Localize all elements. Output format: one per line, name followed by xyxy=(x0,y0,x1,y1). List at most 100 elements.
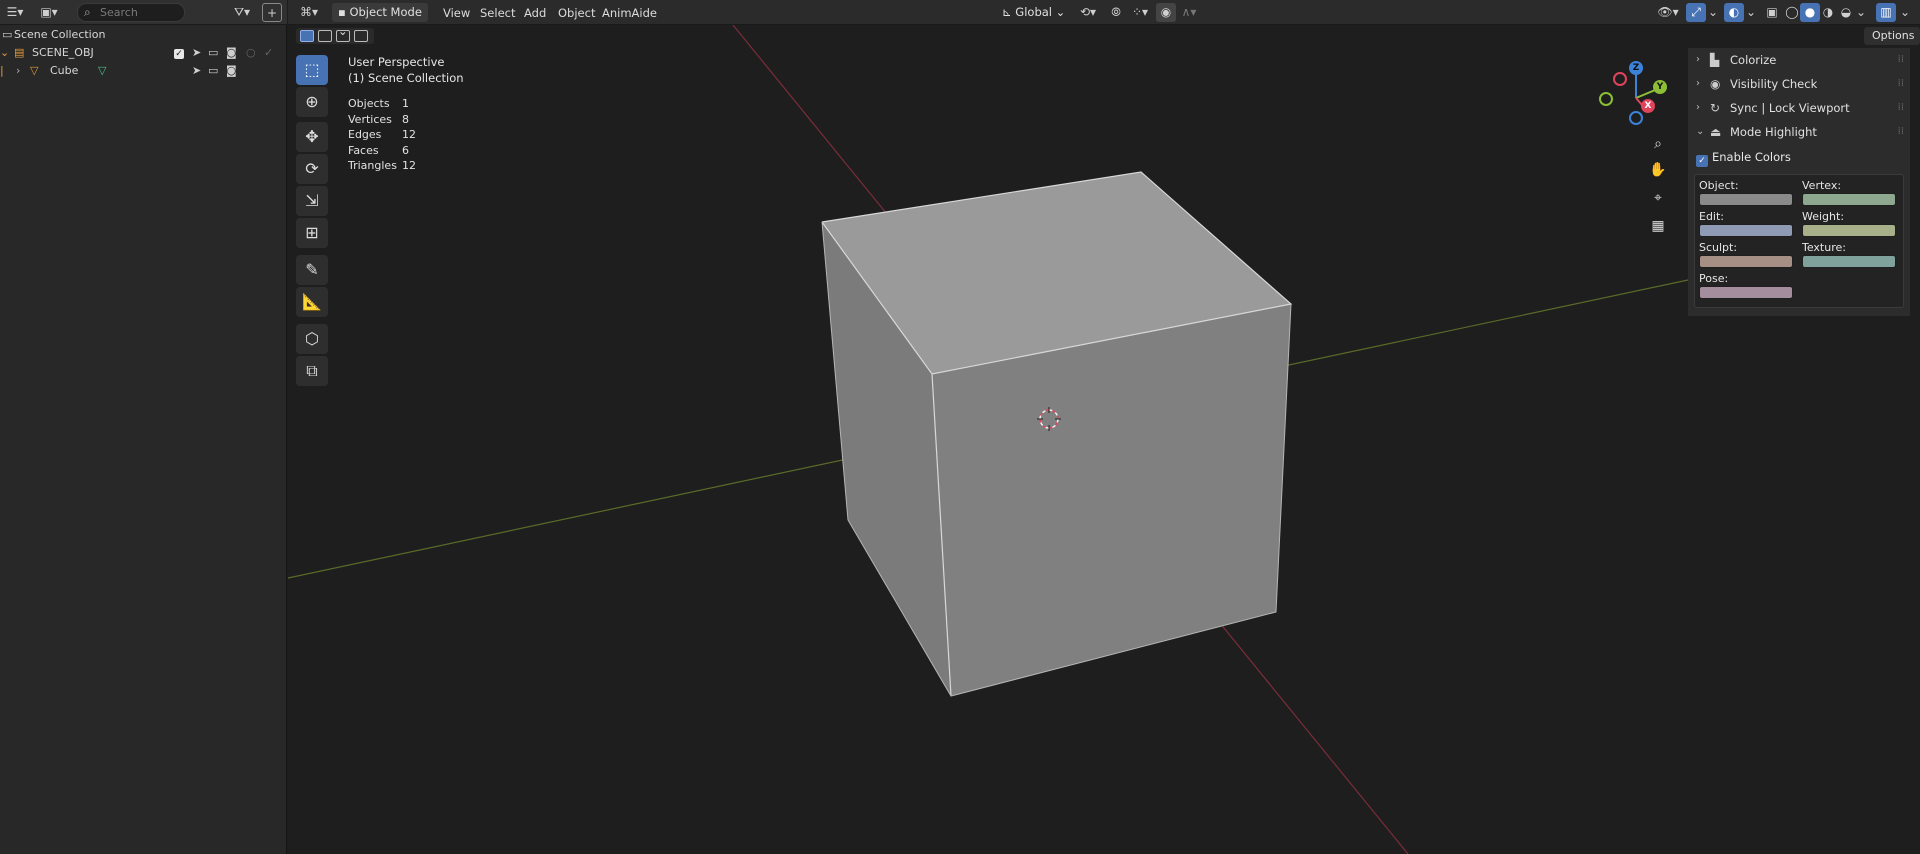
primitive-tool-icon[interactable]: ⧉ xyxy=(296,356,328,386)
exclude-checkbox[interactable]: ✓ xyxy=(174,44,184,62)
render-toggle-icon[interactable]: ◙ xyxy=(226,62,237,80)
overlay-toggle-icon[interactable]: ◐ xyxy=(1724,3,1744,22)
material-shading-icon[interactable]: ◑ xyxy=(1818,3,1838,22)
snap-icon[interactable]: ⦾ xyxy=(1106,3,1126,22)
select-toggle-icon[interactable]: ➤ xyxy=(192,62,201,80)
swatch-vertex[interactable] xyxy=(1802,193,1896,206)
mode-dropdown[interactable]: ▪ Object Mode ⌄ xyxy=(332,3,428,38)
chevron-down-icon[interactable]: ⌄ xyxy=(1706,3,1720,22)
neg-z-axis-icon[interactable] xyxy=(1629,111,1643,125)
swatch-object[interactable] xyxy=(1699,193,1793,206)
options-dropdown[interactable]: Options ⌄ xyxy=(1864,27,1920,60)
swatch-pose[interactable] xyxy=(1699,286,1793,299)
chevron-down-icon[interactable]: ⌄ xyxy=(1854,3,1868,22)
enable-colors-checkbox[interactable]: ✓ Enable Colors xyxy=(1696,150,1791,167)
rendered-shading-icon[interactable]: ◒ xyxy=(1836,3,1856,22)
cursor-tool-icon[interactable]: ⊕ xyxy=(296,87,328,117)
menu-add[interactable]: Add xyxy=(524,4,546,22)
swatch-edit[interactable] xyxy=(1699,224,1793,237)
swatch-label-vertex: Vertex: xyxy=(1802,179,1842,192)
outliner-row-scene-obj[interactable]: ⌄ ▤ SCENE_OBJ ✓ ➤ ▭ ◙ ○ ✓ xyxy=(0,44,287,62)
swatch-weight[interactable] xyxy=(1802,224,1896,237)
move-tool-icon[interactable]: ✥ xyxy=(296,122,328,152)
palette-icon: ▙ xyxy=(1710,53,1720,67)
drag-handle-icon[interactable]: ⁞⁞ xyxy=(1898,72,1904,96)
select-intersect-icon[interactable] xyxy=(354,30,368,42)
holdout-toggle-icon[interactable]: ○ xyxy=(246,44,256,62)
chevron-down-icon[interactable]: ⌄ xyxy=(1898,3,1912,22)
expand-indicator: ⌄ xyxy=(0,46,10,59)
perspective-toggle-icon[interactable]: ▦ xyxy=(1646,214,1670,238)
xray-toggle-icon[interactable]: ▣ xyxy=(1762,3,1782,22)
active-collection-label: (1) Scene Collection xyxy=(348,71,464,85)
rotate-tool-icon[interactable]: ⟳ xyxy=(296,154,328,184)
select-new-icon[interactable] xyxy=(300,30,314,42)
mesh-object-icon: ▽ xyxy=(30,64,39,77)
outliner-row-cube[interactable]: | › ▽ Cube ▽ ➤ ▭ ◙ xyxy=(0,62,287,80)
viewport-toggle-icon[interactable]: ▭ xyxy=(208,62,218,80)
z-axis-icon[interactable]: Z xyxy=(1629,61,1643,75)
3d-viewport[interactable]: ⌘▾ ▪ Object Mode ⌄ View Select Add Objec… xyxy=(288,0,1920,854)
viewport-header: ⌘▾ ▪ Object Mode ⌄ View Select Add Objec… xyxy=(288,0,1920,38)
collection-icon: ▭ xyxy=(2,28,13,41)
new-collection-icon[interactable]: + xyxy=(262,3,282,22)
hierarchy-line: | xyxy=(0,64,4,77)
select-toggle-icon[interactable]: ➤ xyxy=(192,44,201,62)
select-box-tool-icon[interactable]: ⬚ xyxy=(296,55,328,85)
view-perspective-label: User Perspective xyxy=(348,55,445,69)
outliner-row-scene-collection[interactable]: ▭ Scene Collection xyxy=(0,26,287,44)
editor-type-icon[interactable]: ⌘▾ xyxy=(296,3,322,22)
wireframe-shading-icon[interactable]: ◯ xyxy=(1782,3,1802,22)
solid-shading-icon[interactable]: ● xyxy=(1800,3,1820,22)
drag-handle-icon[interactable]: ⁞⁞ xyxy=(1898,96,1904,120)
drag-handle-icon[interactable]: ⁞⁞ xyxy=(1898,48,1904,72)
visibility-icon[interactable]: 👁▾ xyxy=(1654,3,1682,22)
chevron-down-icon[interactable]: ⌄ xyxy=(1744,3,1758,22)
viewport-toggle-icon[interactable]: ▭ xyxy=(208,44,218,62)
render-toggle-icon[interactable]: ◙ xyxy=(226,44,237,62)
section-sync-lock-viewport[interactable]: › ↻ Sync | Lock Viewport ⁞⁞ xyxy=(1688,96,1910,120)
section-visibility-check[interactable]: › ◉ Visibility Check ⁞⁞ xyxy=(1688,72,1910,96)
section-colorize[interactable]: › ▙ Colorize ⁞⁞ xyxy=(1688,48,1910,72)
snap-target-icon[interactable]: ⁘▾ xyxy=(1126,3,1154,22)
chevron-right-icon: › xyxy=(1696,78,1700,89)
editor-type-menu-icon[interactable]: ☰▾ xyxy=(2,3,28,22)
section-mode-highlight[interactable]: ⌄ ⏏ Mode Highlight ⁞⁞ xyxy=(1688,120,1910,144)
y-axis-icon[interactable]: Y xyxy=(1653,80,1667,94)
menu-select[interactable]: Select xyxy=(480,4,515,22)
display-mode-icon[interactable]: ▣▾ xyxy=(36,3,62,22)
menu-object[interactable]: Object xyxy=(558,4,595,22)
pan-hand-icon[interactable]: ✋ xyxy=(1646,158,1670,182)
annotate-tool-icon[interactable]: ✎ xyxy=(296,255,328,285)
gizmo-toggle-icon[interactable]: ⤢ xyxy=(1686,3,1706,22)
indirect-only-icon[interactable]: ✓ xyxy=(264,44,273,62)
orientation-icon: ⊾ xyxy=(1002,5,1016,19)
menu-view[interactable]: View xyxy=(443,4,470,22)
swatch-sculpt[interactable] xyxy=(1699,255,1793,268)
scale-tool-icon[interactable]: ⇲ xyxy=(296,186,328,216)
falloff-icon[interactable]: ∧▾ xyxy=(1176,3,1202,22)
swatch-texture[interactable] xyxy=(1802,255,1896,268)
transform-tool-icon[interactable]: ⊞ xyxy=(296,218,328,248)
drag-handle-icon[interactable]: ⁞⁞ xyxy=(1898,120,1904,144)
zoom-icon[interactable]: ⌕ xyxy=(1646,132,1670,156)
camera-view-icon[interactable]: ⌖ xyxy=(1646,186,1670,210)
sidebar-toggle-icon[interactable]: ▥ xyxy=(1876,3,1896,22)
neg-x-axis-icon[interactable] xyxy=(1613,72,1627,86)
select-mode-buttons[interactable] xyxy=(296,28,374,44)
mesh-data-icon[interactable]: ▽ xyxy=(98,62,106,80)
x-axis-icon[interactable]: X xyxy=(1641,99,1655,113)
transform-orientation-dropdown[interactable]: ⊾ Global ⌄ xyxy=(1000,3,1066,22)
menu-animaide[interactable]: AnimAide xyxy=(602,4,657,22)
neg-y-axis-icon[interactable] xyxy=(1599,92,1613,106)
filter-icon[interactable]: ⛛▾ xyxy=(229,3,255,22)
chevron-right-icon[interactable]: › xyxy=(16,62,20,80)
blender-window: ☰▾ ▣▾ ⌕ Search ⛛▾ + ▭ Scene Collection ⌄… xyxy=(0,0,1920,854)
outliner-search-input[interactable]: ⌕ Search xyxy=(77,3,185,22)
pivot-point-icon[interactable]: ⟲▾ xyxy=(1074,3,1102,22)
add-cube-tool-icon[interactable]: ⬡ xyxy=(296,324,328,354)
measure-tool-icon[interactable]: 📐 xyxy=(296,287,328,317)
collection-icon: ▤ xyxy=(14,46,25,59)
select-extend-icon[interactable] xyxy=(318,30,332,42)
proportional-editing-icon[interactable]: ◉ xyxy=(1156,3,1176,22)
